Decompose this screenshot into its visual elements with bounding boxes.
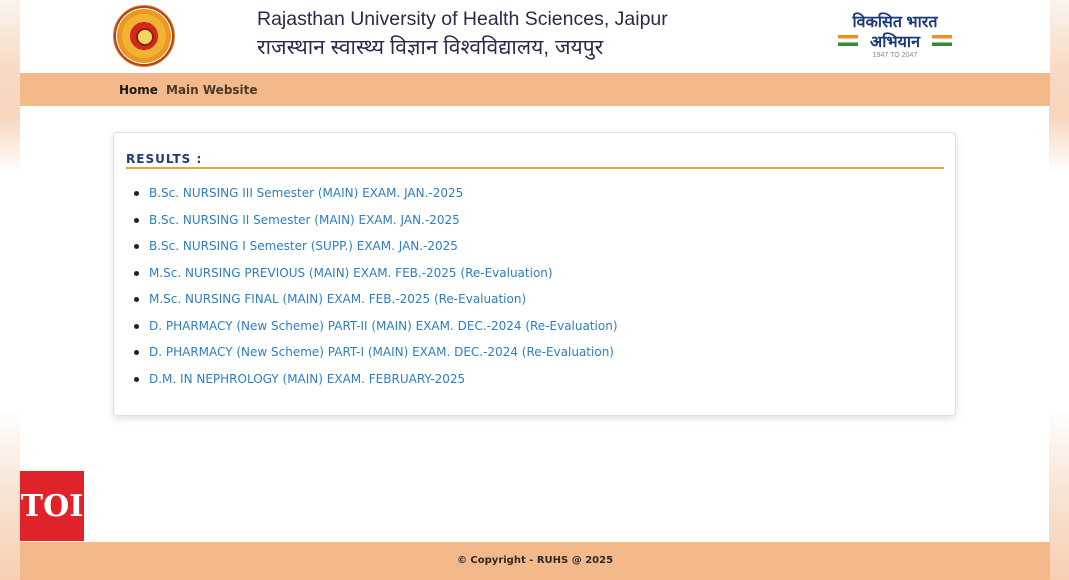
toi-watermark-logo: TOI [20,471,84,541]
page-edge-right [1049,0,1069,580]
bullet-icon [134,244,139,249]
page-edge-left [0,0,20,580]
list-item: M.Sc. NURSING PREVIOUS (MAIN) EXAM. FEB.… [134,263,618,290]
list-item: B.Sc. NURSING III Semester (MAIN) EXAM. … [134,183,618,210]
list-item: B.Sc. NURSING II Semester (MAIN) EXAM. J… [134,210,618,237]
result-link[interactable]: B.Sc. NURSING III Semester (MAIN) EXAM. … [149,186,463,200]
bullet-icon [134,217,139,223]
bullet-icon [134,191,139,196]
bullet-icon [134,297,139,302]
results-card: RESULTS : B.Sc. NURSING III Semester (MA… [113,132,956,416]
list-item: D.M. IN NEPHROLOGY (MAIN) EXAM. FEBRUARY… [134,369,618,396]
nav-main-website-link[interactable]: Main Website [166,83,258,97]
bullet-icon [134,376,139,382]
site-header: Rajasthan University of Health Sciences,… [20,0,1050,73]
tricolor-right-icon [932,35,952,46]
viksit-bharat-logo: विकसित भारत अभियान 1947 TO 2047 [838,10,952,62]
heading-divider [126,167,944,169]
result-link[interactable]: D.M. IN NEPHROLOGY (MAIN) EXAM. FEBRUARY… [149,372,465,386]
list-item: B.Sc. NURSING I Semester (SUPP.) EXAM. J… [134,236,618,263]
list-item: M.Sc. NURSING FINAL (MAIN) EXAM. FEB.-20… [134,289,618,316]
campaign-line1: विकसित भारत [852,14,938,31]
result-link[interactable]: M.Sc. NURSING PREVIOUS (MAIN) EXAM. FEB.… [149,266,553,280]
result-link[interactable]: B.Sc. NURSING II Semester (MAIN) EXAM. J… [149,213,460,227]
site-footer: © Copyright - RUHS @ 2025 [20,542,1050,580]
list-item: D. PHARMACY (New Scheme) PART-II (MAIN) … [134,316,618,343]
result-link[interactable]: M.Sc. NURSING FINAL (MAIN) EXAM. FEB.-20… [149,292,526,306]
main-nav: Home Main Website [20,73,1050,106]
results-list: B.Sc. NURSING III Semester (MAIN) EXAM. … [134,183,618,395]
bullet-icon [134,270,139,276]
list-item: D. PHARMACY (New Scheme) PART-I (MAIN) E… [134,342,618,369]
results-heading: RESULTS : [126,152,203,166]
result-link[interactable]: D. PHARMACY (New Scheme) PART-I (MAIN) E… [149,345,614,359]
university-title-hindi: राजस्थान स्वास्थ्य विज्ञान विश्वविद्यालय… [257,36,604,59]
campaign-years: 1947 TO 2047 [872,52,918,59]
university-logo-icon [113,5,175,67]
bullet-icon [134,323,139,329]
result-link[interactable]: B.Sc. NURSING I Semester (SUPP.) EXAM. J… [149,239,458,253]
logo-emblem-icon [136,28,154,46]
nav-home-link[interactable]: Home [119,83,158,97]
bullet-icon [134,350,139,355]
copyright-text: © Copyright - RUHS @ 2025 [456,555,614,566]
result-link[interactable]: D. PHARMACY (New Scheme) PART-II (MAIN) … [149,319,618,333]
university-title-english: Rajasthan University of Health Sciences,… [257,8,668,30]
